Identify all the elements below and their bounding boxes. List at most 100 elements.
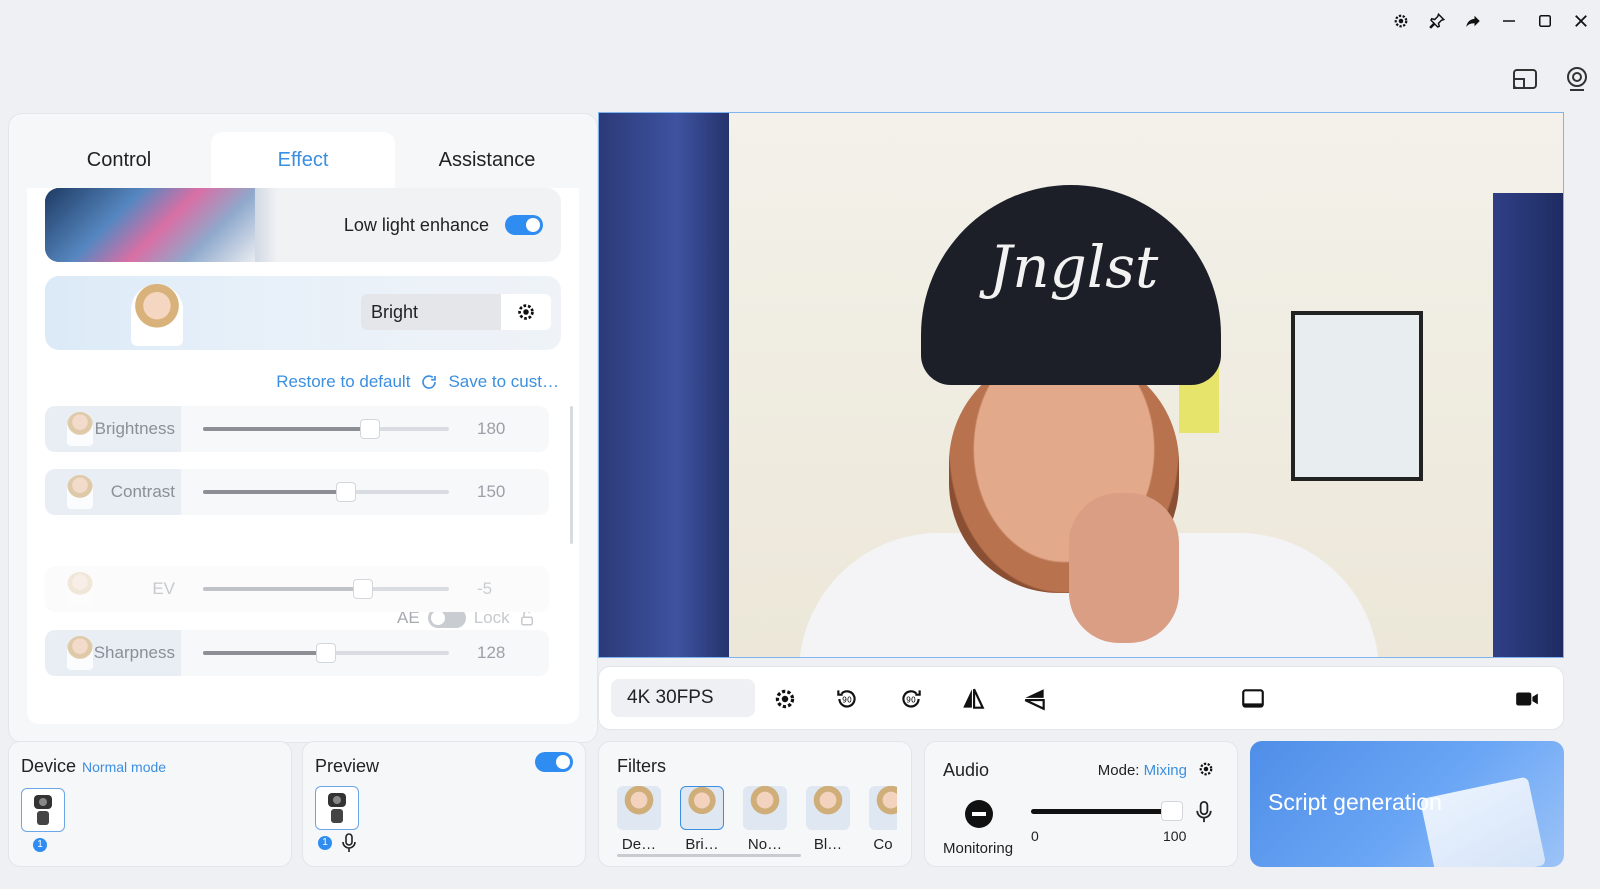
preview-toggle[interactable] [535,752,573,772]
sharpness-value: 128 [477,643,506,662]
settings-panel: Control Effect Assistance Low light enha… [8,113,598,743]
svg-text:90: 90 [842,695,852,704]
webcam-icon[interactable] [1562,64,1592,94]
cast-icon[interactable] [1510,64,1540,94]
brightness-label: Brightness [45,406,181,452]
filter-item-cool[interactable]: Co [869,786,897,853]
sharpness-thumbnail [67,636,93,670]
preview-info-badge[interactable]: 1 [318,836,332,850]
poster-wall [1291,311,1423,481]
contrast-track[interactable] [203,482,449,502]
ev-slider-row: EV -5 [45,566,549,612]
flip-horizontal-icon[interactable] [955,681,991,717]
rotate-left-90-icon[interactable]: 90 [829,681,865,717]
ev-track[interactable] [203,579,449,599]
audio-mode-label: Mode: [1097,762,1140,779]
close-icon[interactable] [1570,10,1592,32]
audio-mode: Mode: Mixing [1098,762,1187,779]
device-mode-link[interactable]: Normal mode [82,759,166,775]
device-title-text: Device [21,756,77,776]
filter-label: No… [747,836,783,853]
brightness-handle[interactable] [360,419,381,439]
monitoring-icon[interactable] [965,800,993,828]
sharpness-handle[interactable] [316,643,336,663]
curtain-left [599,113,729,657]
device-panel: Device Normal mode 1 [8,741,292,867]
ev-label: EV [152,579,175,598]
script-generation-card[interactable]: Script generation [1250,741,1564,867]
filters-panel: Filters De… Bri… No… Bl… Co [598,741,912,867]
flip-vertical-icon[interactable] [1017,681,1053,717]
ev-handle[interactable] [352,579,373,599]
filter-item-bright[interactable]: Bri… [680,786,724,853]
filter-label: De… [621,836,657,853]
brightness-track[interactable] [203,419,449,439]
audio-panel: Audio Mode: Mixing Monitoring 0 100 [924,741,1238,867]
camera-toolbar: 4K 30FPS 90 90 [598,666,1564,730]
ev-thumbnail [67,572,93,606]
sharpness-track[interactable] [203,643,449,663]
filter-thumbnail [617,786,661,830]
maximize-icon[interactable] [1534,10,1556,32]
camera-settings-gear-icon[interactable] [767,681,803,717]
filters-scrollbar[interactable] [617,854,801,857]
preview-panel: Preview 1 [302,741,586,867]
curtain-right [1493,193,1563,657]
contrast-handle[interactable] [335,482,356,502]
volume-track[interactable] [1031,801,1183,821]
gear-icon[interactable] [1390,10,1412,32]
pin-icon[interactable] [1426,10,1448,32]
device-camera-thumb[interactable] [21,788,65,832]
audio-mode-value[interactable]: Mixing [1144,762,1187,779]
refresh-icon[interactable] [420,373,438,391]
contrast-thumbnail [67,475,93,509]
minimize-icon[interactable] [1498,10,1520,32]
microphone-icon[interactable] [341,833,357,853]
sharpness-label: Sharpness [45,630,181,676]
device-info-badge[interactable]: 1 [33,838,47,852]
contrast-value: 150 [477,482,506,501]
low-light-preview-image [45,188,255,262]
preview-camera-thumb[interactable] [315,786,359,830]
share-icon[interactable] [1462,10,1484,32]
filter-thumbnail [869,786,897,830]
top-tools [1510,64,1592,94]
sharpness-slider-row: Sharpness 128 [45,630,549,676]
volume-handle[interactable] [1160,801,1183,821]
restore-default-link[interactable]: Restore to default [276,372,410,392]
style-select[interactable]: Bright [361,294,501,330]
tab-assistance[interactable]: Assistance [395,132,579,188]
tab-effect[interactable]: Effect [211,132,395,188]
sharpness-fill [203,651,326,655]
ev-value: -5 [477,579,493,598]
effect-scrollbar[interactable] [570,406,573,544]
hat-text: Jnglst [989,233,1159,301]
person-hand [1069,493,1179,643]
brightness-fill [203,427,371,431]
filter-item-default[interactable]: De… [617,786,661,853]
filter-thumbnail [680,786,724,830]
filter-thumbnail [806,786,850,830]
beauty-style-card: Bright [45,276,561,350]
ev-fill [203,587,363,591]
svg-text:90: 90 [906,695,916,704]
filter-label: Bl… [813,836,843,853]
brightness-slider-row: Brightness 180 [45,406,549,452]
filter-item-blur[interactable]: Bl… [806,786,850,853]
filter-thumbnail [743,786,787,830]
low-light-label: Low light enhance [343,215,489,235]
audio-microphone-icon[interactable] [1195,800,1213,824]
save-custom-link[interactable]: Save to cust… [448,372,559,392]
style-settings-gear-icon[interactable] [501,294,551,330]
tab-control[interactable]: Control [27,132,211,188]
preview-title: Preview [315,756,380,776]
resolution-select[interactable]: 4K 30FPS [611,679,755,717]
contrast-fill [203,490,346,494]
rotate-right-90-icon[interactable]: 90 [893,681,929,717]
screen-mode-icon[interactable] [1235,681,1271,717]
record-video-icon[interactable] [1509,681,1545,717]
filter-item-normal[interactable]: No… [743,786,787,853]
monitoring-icon-bar [972,812,986,816]
low-light-toggle[interactable] [505,215,543,235]
audio-settings-gear-icon[interactable] [1197,760,1215,778]
